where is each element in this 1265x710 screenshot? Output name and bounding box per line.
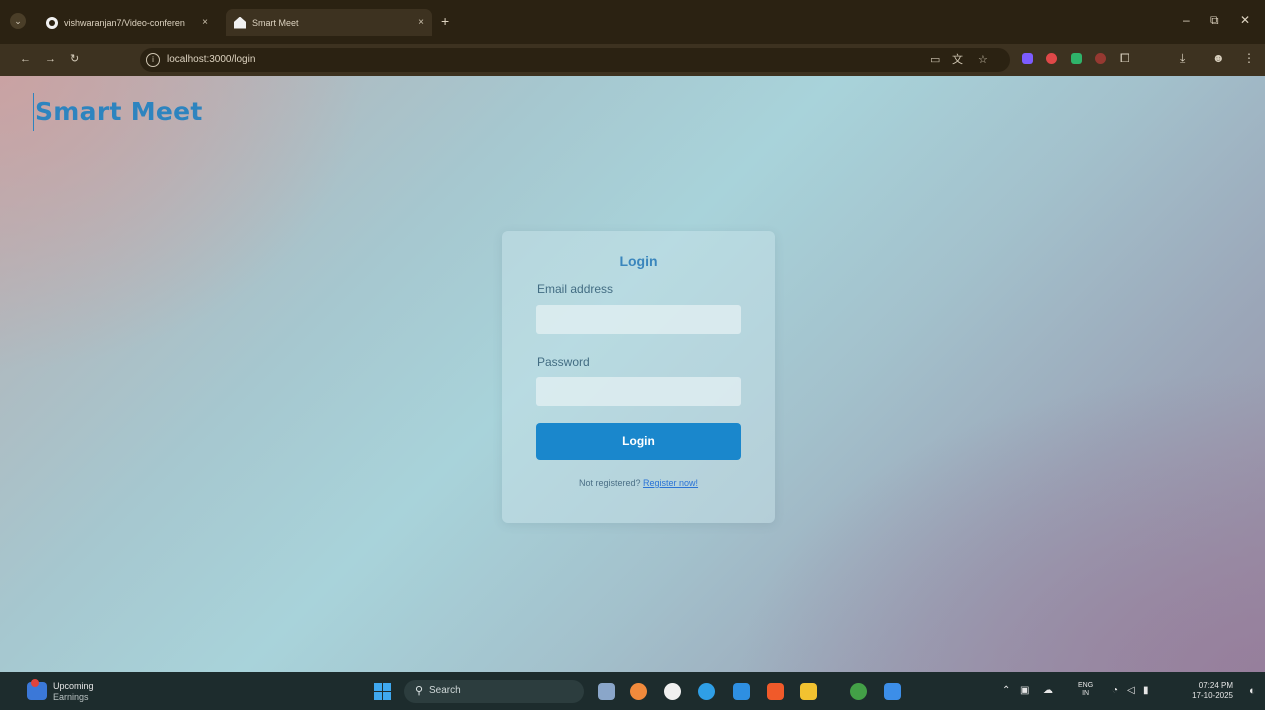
password-field[interactable]: [536, 377, 741, 406]
app-icon[interactable]: [884, 683, 901, 700]
url-text[interactable]: localhost:3000/login: [167, 54, 255, 65]
download-icon[interactable]: ⤓: [1180, 51, 1185, 65]
brand-title: Smart Meet: [35, 97, 203, 126]
wifi-icon[interactable]: ◔: [1112, 686, 1118, 696]
new-tab-button[interactable]: +: [441, 14, 449, 28]
screen: ⌄ vishwaranjan7/Video-conferen × Smart M…: [0, 0, 1265, 710]
profile-icon[interactable]: ☻: [1212, 51, 1225, 65]
tab-title: Smart Meet: [252, 17, 299, 28]
close-window-button[interactable]: ✕: [1240, 13, 1250, 27]
star-icon[interactable]: ☆: [978, 53, 988, 67]
volume-icon[interactable]: ◁: [1127, 686, 1135, 696]
extension-icon[interactable]: [1071, 53, 1082, 64]
sidebar-icon[interactable]: ⧠: [1120, 51, 1130, 65]
widget-title[interactable]: Upcoming: [53, 681, 94, 691]
translate-icon[interactable]: 文: [952, 53, 963, 67]
home-icon: [234, 16, 246, 29]
tab-github[interactable]: vishwaranjan7/Video-conferen ×: [38, 9, 216, 36]
search-placeholder: Search: [429, 685, 461, 696]
brave-icon[interactable]: [767, 683, 784, 700]
login-button[interactable]: Login: [536, 423, 741, 460]
register-line: Not registered? Register now!: [502, 478, 775, 488]
extension-icon[interactable]: [1022, 53, 1033, 64]
text-caret: [33, 93, 34, 131]
file-explorer-icon[interactable]: [598, 683, 615, 700]
email-field[interactable]: [536, 305, 741, 334]
start-button[interactable]: [374, 683, 391, 700]
start-icon: [383, 683, 391, 691]
language-region: IN: [1082, 690, 1090, 697]
start-icon: [374, 683, 382, 691]
extension-icon[interactable]: [1095, 53, 1106, 64]
copilot-icon[interactable]: [630, 683, 647, 700]
reload-button[interactable]: ↻: [70, 52, 79, 66]
battery-icon[interactable]: ▮: [1143, 686, 1149, 696]
tab-smart-meet[interactable]: Smart Meet ×: [226, 9, 432, 36]
clock-date: 17-10-2025: [1192, 691, 1233, 700]
forward-button[interactable]: →: [45, 52, 56, 66]
page-content: Smart Meet Login Email address Password …: [0, 76, 1265, 672]
password-label: Password: [537, 355, 590, 369]
widget-subtitle[interactable]: Earnings: [53, 692, 89, 702]
omnibox[interactable]: i localhost:3000/login ▭ 文 ☆: [140, 48, 1010, 72]
tray-app-icon[interactable]: ▣: [1020, 686, 1029, 696]
taskbar: Upcoming Earnings ⚲ Search ⌃ ▣ ☁ ENG IN …: [0, 672, 1265, 710]
start-icon: [383, 692, 391, 700]
edge-icon[interactable]: [698, 683, 715, 700]
start-icon: [374, 692, 382, 700]
language-indicator[interactable]: ENG IN: [1078, 682, 1093, 698]
tab-close-icon[interactable]: ×: [202, 17, 208, 28]
login-card: Login Email address Password Login Not r…: [502, 231, 775, 523]
cast-icon[interactable]: ▭: [930, 53, 940, 67]
clock[interactable]: 07:24 PM 17-10-2025: [1192, 681, 1233, 701]
tab-search-icon[interactable]: ⌄: [10, 13, 26, 29]
tab-title: vishwaranjan7/Video-conferen: [64, 17, 185, 28]
clock-time: 07:24 PM: [1198, 681, 1233, 690]
taskbar-search[interactable]: ⚲ Search: [404, 680, 584, 703]
github-desktop-icon[interactable]: [664, 683, 681, 700]
register-link[interactable]: Register now!: [643, 478, 698, 488]
register-prompt: Not registered?: [578, 478, 641, 488]
minimize-button[interactable]: –: [1183, 13, 1190, 27]
maximize-button[interactable]: ⧉: [1210, 13, 1219, 27]
search-icon: ⚲: [415, 685, 424, 697]
chrome-icon[interactable]: [850, 683, 867, 700]
vscode-icon[interactable]: [733, 683, 750, 700]
tab-strip: ⌄ vishwaranjan7/Video-conferen × Smart M…: [0, 0, 1265, 44]
notification-dot: [31, 679, 39, 687]
email-label: Email address: [537, 282, 614, 296]
back-button[interactable]: ←: [20, 52, 31, 66]
folder-icon[interactable]: [800, 683, 817, 700]
site-info-icon[interactable]: i: [146, 53, 160, 67]
tab-close-icon[interactable]: ×: [418, 17, 424, 28]
github-icon: [46, 16, 58, 29]
notification-bell-icon[interactable]: ◐: [1249, 686, 1256, 697]
address-bar-row: ← → ↻ i localhost:3000/login ▭ 文 ☆ ⧠ ⤓ ☻…: [0, 44, 1265, 76]
language-code: ENG: [1078, 682, 1094, 689]
menu-icon[interactable]: ⋮: [1243, 51, 1255, 65]
chevron-up-icon[interactable]: ⌃: [1002, 686, 1010, 696]
extension-icon[interactable]: [1046, 53, 1057, 64]
cloud-icon[interactable]: ☁: [1043, 686, 1053, 696]
login-title: Login: [619, 253, 658, 269]
